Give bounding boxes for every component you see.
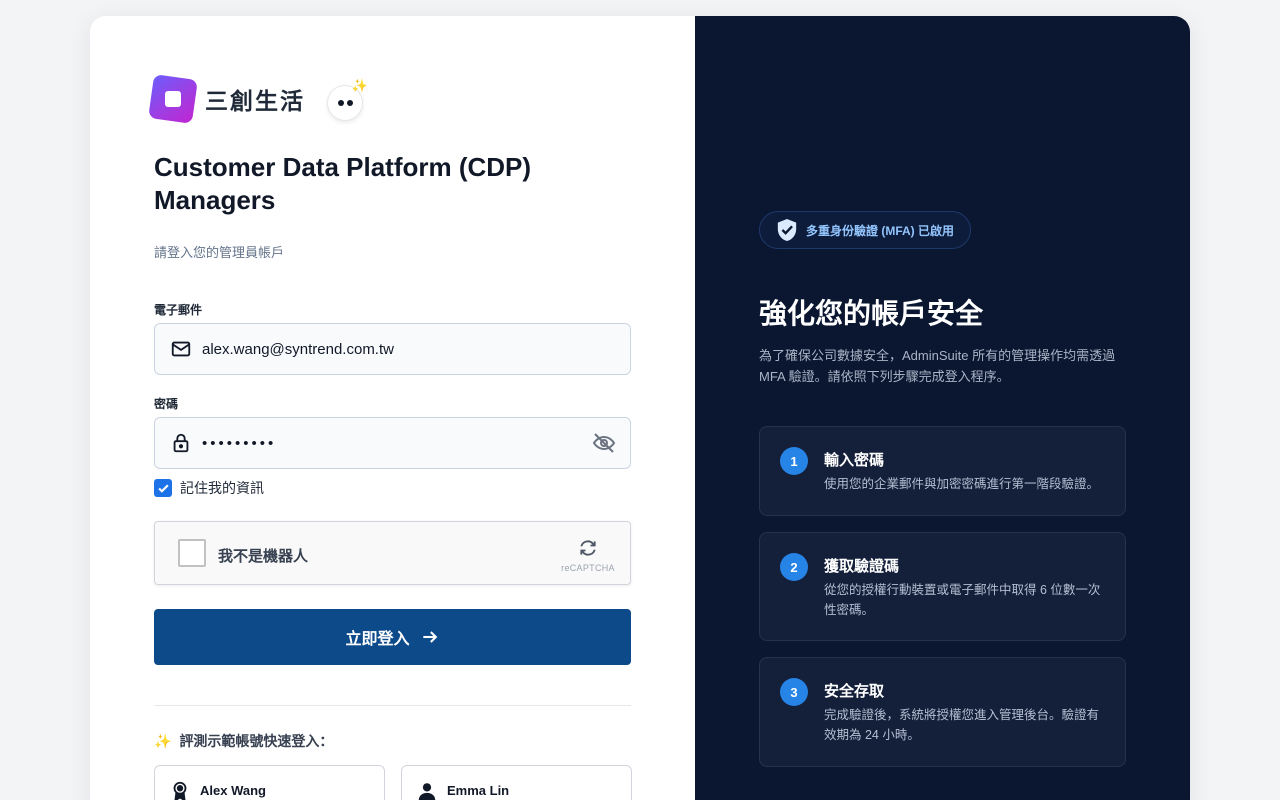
divider [154,705,631,706]
demo-account-name: Alex Wang [200,783,266,798]
mascot-icon: ✨ [327,78,368,121]
brand-row: 三創生活 ✨ [148,74,368,124]
login-button[interactable]: 立即登入 [154,609,631,665]
login-button-label: 立即登入 [345,631,410,648]
step-card: 1 輸入密碼 使用您的企業郵件與加密密碼進行第一階段驗證。 [759,426,1126,516]
password-label: 密碼 [154,397,179,411]
user-icon [418,783,436,800]
shield-check-icon [777,219,797,241]
demo-account-name: Emma Lin [447,783,510,798]
toggle-password-visibility-icon[interactable] [592,431,616,455]
security-panel: 多重身份驗證 (MFA) 已啟用 強化您的帳戶安全 為了確保公司數據安全，Adm… [695,16,1190,800]
arrow-right-icon [422,631,437,643]
step-card: 3 安全存取 完成驗證後，系統將授權您進入管理後台。驗證有效期為 24 小時。 [759,657,1126,767]
step-title: 獲取驗證碼 [824,558,900,575]
step-description: 完成驗證後，系統將授權您進入管理後台。驗證有效期為 24 小時。 [824,708,1100,742]
step-description: 使用您的企業郵件與加密密碼進行第一階段驗證。 [824,477,1100,491]
step-title: 輸入密碼 [824,452,885,469]
security-title: 強化您的帳戶安全 [759,298,984,329]
email-value[interactable]: alex.wang@syntrend.com.tw [202,341,630,358]
page-title: Customer Data Platform (CDP) Managers [154,152,532,215]
mfa-status-badge: 多重身份驗證 (MFA) 已啟用 [759,211,971,249]
demo-account-emma[interactable]: Emma Lin [401,765,632,800]
remember-me[interactable]: 記住我的資訊 [154,478,264,498]
step-number: 1 [780,447,808,475]
login-card: 三創生活 ✨ Customer Data Platform (CDP) Mana… [90,16,1190,800]
brand-logo-icon [148,74,198,124]
password-value[interactable]: ••••••••• [202,435,592,452]
step-card: 2 獲取驗證碼 從您的授權行動裝置或電子郵件中取得 6 位數一次性密碼。 [759,532,1126,641]
step-number: 3 [780,678,808,706]
recaptcha-logo: reCAPTCHA [560,538,616,573]
email-label: 電子郵件 [154,303,203,317]
security-description: 為了確保公司數據安全，AdminSuite 所有的管理操作均需透過 MFA 驗證… [759,348,1116,384]
step-title: 安全存取 [824,683,885,700]
quick-login-title: ✨ 評測示範帳號快速登入： [154,731,333,751]
mfa-badge-text: 多重身份驗證 (MFA) 已啟用 [806,223,954,238]
captcha-checkbox[interactable] [178,539,206,567]
password-field[interactable]: ••••••••• [154,417,631,469]
sparkle-icon: ✨ [154,732,172,749]
refresh-icon [580,540,596,556]
recaptcha-widget: 我不是機器人 reCAPTCHA [154,521,631,585]
lock-icon [173,433,189,453]
demo-account-alex[interactable]: Alex Wang [154,765,385,800]
sparkle-icon: ✨ [351,78,368,93]
page-subtitle: 請登入您的管理員帳戶 [154,245,285,260]
quick-login-text: 評測示範帳號快速登入： [179,733,334,749]
remember-label: 記住我的資訊 [180,480,264,496]
email-field[interactable]: alex.wang@syntrend.com.tw [154,323,631,375]
step-number: 2 [780,553,808,581]
remember-checkbox[interactable] [154,479,172,497]
captcha-label: 我不是機器人 [218,548,309,565]
mail-icon [171,341,191,357]
recaptcha-brand: reCAPTCHA [561,563,615,573]
badge-icon [173,781,187,800]
login-panel: 三創生活 ✨ Customer Data Platform (CDP) Mana… [90,16,695,800]
step-description: 從您的授權行動裝置或電子郵件中取得 6 位數一次性密碼。 [824,583,1101,617]
brand-name: 三創生活 [205,89,305,115]
